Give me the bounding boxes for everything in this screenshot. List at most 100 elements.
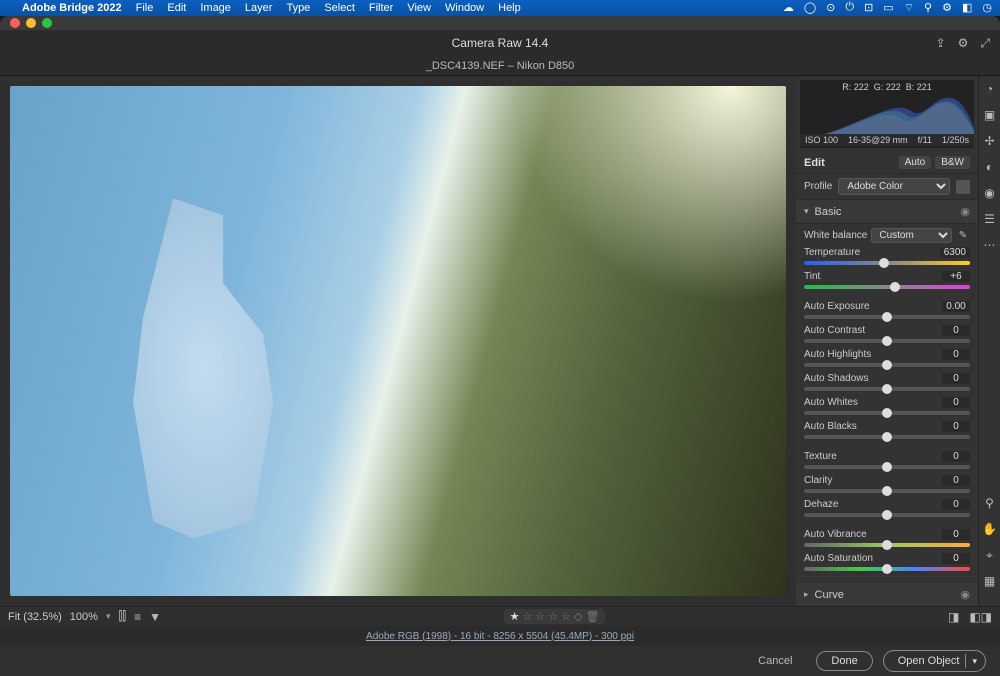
slider-auto-exposure[interactable]: Auto Exposure0.00 bbox=[804, 301, 970, 319]
presets-icon[interactable]: ☰ bbox=[983, 212, 997, 226]
slider-track[interactable] bbox=[804, 363, 970, 367]
slider-thumb[interactable] bbox=[882, 486, 892, 496]
slider-value[interactable]: 0 bbox=[942, 421, 970, 432]
tray-icon[interactable]: ⏻ bbox=[845, 1, 854, 15]
slider-auto-blacks[interactable]: Auto Blacks0 bbox=[804, 421, 970, 439]
tray-icon[interactable]: ⊡ bbox=[864, 1, 873, 15]
eyedropper-icon[interactable]: ✎ bbox=[956, 230, 970, 241]
before-after-icon[interactable]: ◧◨ bbox=[969, 610, 992, 624]
fullscreen-icon[interactable]: ⤢ bbox=[980, 36, 990, 51]
slider-value[interactable]: 0 bbox=[942, 499, 970, 510]
slider-track[interactable] bbox=[804, 543, 970, 547]
chevron-down-icon[interactable]: ▾ bbox=[106, 611, 111, 622]
cancel-button[interactable]: Cancel bbox=[744, 652, 806, 670]
wifi-icon[interactable]: ⌔ bbox=[904, 1, 914, 15]
slider-value[interactable]: 0 bbox=[942, 349, 970, 360]
slider-auto-vibrance[interactable]: Auto Vibrance0 bbox=[804, 529, 970, 547]
star-icon[interactable]: ☆ bbox=[561, 610, 571, 623]
slider-track[interactable] bbox=[804, 489, 970, 493]
redeye-tool-icon[interactable]: ◉ bbox=[983, 186, 997, 200]
visibility-eye-icon[interactable]: ◉ bbox=[960, 205, 970, 218]
close-window-button[interactable] bbox=[10, 18, 20, 28]
slider-value[interactable]: 0 bbox=[942, 451, 970, 462]
slider-track[interactable] bbox=[804, 411, 970, 415]
done-button[interactable]: Done bbox=[816, 651, 872, 671]
star-icon[interactable]: ☆ bbox=[548, 610, 558, 623]
slider-track[interactable] bbox=[804, 513, 970, 517]
menu-window[interactable]: Window bbox=[445, 2, 484, 14]
slider-thumb[interactable] bbox=[882, 408, 892, 418]
slider-temperature[interactable]: Temperature6300 bbox=[804, 247, 970, 265]
slider-thumb[interactable] bbox=[882, 384, 892, 394]
search-icon[interactable]: ⚲ bbox=[924, 1, 932, 15]
slider-auto-contrast[interactable]: Auto Contrast0 bbox=[804, 325, 970, 343]
star-icon[interactable]: ☆ bbox=[535, 610, 545, 623]
visibility-eye-icon[interactable]: ◉ bbox=[960, 588, 970, 601]
slider-value[interactable]: 0.00 bbox=[942, 301, 970, 312]
slider-value[interactable]: 0 bbox=[942, 475, 970, 486]
histogram[interactable]: R: 222 G: 222 B: 221 ISO 100 16-35@29 mm… bbox=[800, 80, 974, 148]
slider-value[interactable]: 0 bbox=[942, 397, 970, 408]
chevron-down-icon[interactable]: ▾ bbox=[972, 656, 977, 667]
trash-icon[interactable]: 🗑 bbox=[585, 610, 599, 623]
edit-tool-icon[interactable]: ◔ bbox=[983, 82, 997, 96]
slider-clarity[interactable]: Clarity0 bbox=[804, 475, 970, 493]
clock-icon[interactable]: ◷ bbox=[982, 1, 992, 15]
slider-auto-saturation[interactable]: Auto Saturation0 bbox=[804, 553, 970, 571]
slider-track[interactable] bbox=[804, 567, 970, 571]
heal-tool-icon[interactable]: ✢ bbox=[983, 134, 997, 148]
slider-value[interactable]: +6 bbox=[942, 271, 970, 282]
slider-thumb[interactable] bbox=[882, 462, 892, 472]
basic-panel-header[interactable]: ▾ Basic ◉ bbox=[796, 200, 978, 224]
slider-track[interactable] bbox=[804, 435, 970, 439]
menu-image[interactable]: Image bbox=[200, 2, 231, 14]
slider-thumb[interactable] bbox=[879, 258, 889, 268]
more-icon[interactable]: ⋯ bbox=[983, 238, 997, 252]
tray-icon[interactable]: ☁ bbox=[783, 1, 794, 15]
hand-tool-icon[interactable]: ✋ bbox=[983, 522, 997, 536]
slider-track[interactable] bbox=[804, 285, 970, 289]
battery-icon[interactable]: ▭ bbox=[883, 1, 893, 15]
image-preview-area[interactable] bbox=[0, 76, 796, 606]
maximize-window-button[interactable] bbox=[42, 18, 52, 28]
slider-thumb[interactable] bbox=[882, 336, 892, 346]
rating-control[interactable]: ★ ☆ ☆ ☆ ☆ ◇ 🗑 bbox=[504, 609, 606, 624]
open-object-button[interactable]: Open Object ▾ bbox=[883, 650, 986, 672]
grid-tool-icon[interactable]: ▦ bbox=[983, 574, 997, 588]
menu-file[interactable]: File bbox=[136, 2, 154, 14]
crop-tool-icon[interactable]: ▣ bbox=[983, 108, 997, 122]
slider-auto-highlights[interactable]: Auto Highlights0 bbox=[804, 349, 970, 367]
sampler-tool-icon[interactable]: ⌖ bbox=[983, 548, 997, 562]
star-icon[interactable]: ☆ bbox=[522, 610, 532, 623]
slider-value[interactable]: 6300 bbox=[940, 247, 970, 258]
slider-value[interactable]: 0 bbox=[942, 325, 970, 336]
slider-track[interactable] bbox=[804, 387, 970, 391]
zoom-tool-icon[interactable]: ⚲ bbox=[983, 496, 997, 510]
control-center-icon[interactable]: ⚙ bbox=[942, 1, 952, 15]
wb-select[interactable]: Custom bbox=[871, 228, 952, 243]
settings-gear-icon[interactable]: ⚙ bbox=[958, 36, 969, 51]
slider-track[interactable] bbox=[804, 261, 970, 265]
slider-thumb[interactable] bbox=[890, 282, 900, 292]
slider-value[interactable]: 0 bbox=[942, 553, 970, 564]
sort-icon[interactable]: ≡ bbox=[134, 610, 141, 624]
fit-zoom-label[interactable]: Fit (32.5%) bbox=[8, 611, 62, 623]
label-none-icon[interactable]: ◇ bbox=[574, 610, 582, 623]
slider-thumb[interactable] bbox=[882, 312, 892, 322]
filter-icon[interactable]: ▼ bbox=[149, 610, 161, 624]
slider-thumb[interactable] bbox=[882, 564, 892, 574]
menu-view[interactable]: View bbox=[407, 2, 431, 14]
profile-select[interactable]: Adobe Color bbox=[838, 178, 950, 195]
share-icon[interactable]: ⇪ bbox=[936, 36, 946, 51]
menu-help[interactable]: Help bbox=[498, 2, 521, 14]
slider-auto-whites[interactable]: Auto Whites0 bbox=[804, 397, 970, 415]
profile-browser-icon[interactable] bbox=[956, 180, 970, 194]
tray-icon[interactable]: ⊙ bbox=[826, 1, 835, 15]
menu-edit[interactable]: Edit bbox=[167, 2, 186, 14]
slider-thumb[interactable] bbox=[882, 432, 892, 442]
slider-thumb[interactable] bbox=[882, 360, 892, 370]
slider-tint[interactable]: Tint+6 bbox=[804, 271, 970, 289]
slider-thumb[interactable] bbox=[882, 540, 892, 550]
menu-layer[interactable]: Layer bbox=[245, 2, 273, 14]
slider-value[interactable]: 0 bbox=[942, 529, 970, 540]
